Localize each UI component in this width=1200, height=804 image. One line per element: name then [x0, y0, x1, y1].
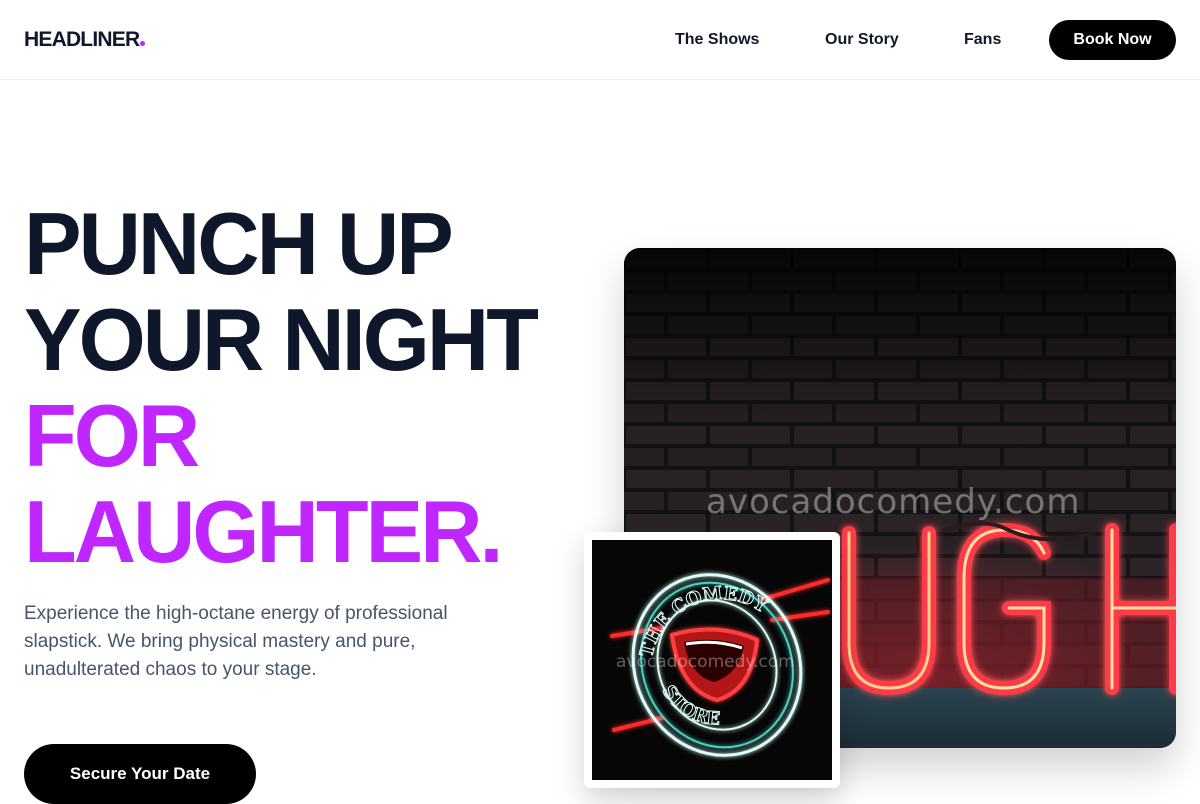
site-header: HEADLINER The Shows Our Story Fans Book …: [0, 0, 1200, 80]
nav-link-the-shows[interactable]: The Shows: [675, 30, 759, 50]
headline-line-3: FOR: [24, 386, 200, 485]
brand-name: HEADLINER: [24, 28, 140, 51]
inset-image-watermark: avocadocomedy.com: [616, 652, 795, 672]
logo-dot-icon: [140, 41, 146, 46]
comedy-store-image: THE COMEDY STORE avocadocomedy.com: [592, 540, 832, 780]
hero-headline: PUNCH UP YOUR NIGHT FOR LAUGHTER.: [24, 194, 539, 581]
headline-line-4: LAUGHTER.: [24, 482, 504, 581]
headline-line-2: YOUR NIGHT: [24, 290, 539, 389]
secure-your-date-button[interactable]: Secure Your Date: [24, 744, 256, 804]
nav-link-our-story[interactable]: Our Story: [825, 30, 899, 50]
brand-logo[interactable]: HEADLINER: [24, 27, 146, 53]
main-image-watermark: avocadocomedy.com: [706, 482, 1081, 522]
nav-link-fans[interactable]: Fans: [964, 30, 1001, 50]
comedy-store-card: THE COMEDY STORE avocadocomedy.com: [584, 532, 840, 788]
book-now-button[interactable]: Book Now: [1049, 20, 1176, 60]
headline-line-1: PUNCH UP: [24, 194, 454, 293]
hero-description: Experience the high-octane energy of pro…: [24, 603, 448, 680]
